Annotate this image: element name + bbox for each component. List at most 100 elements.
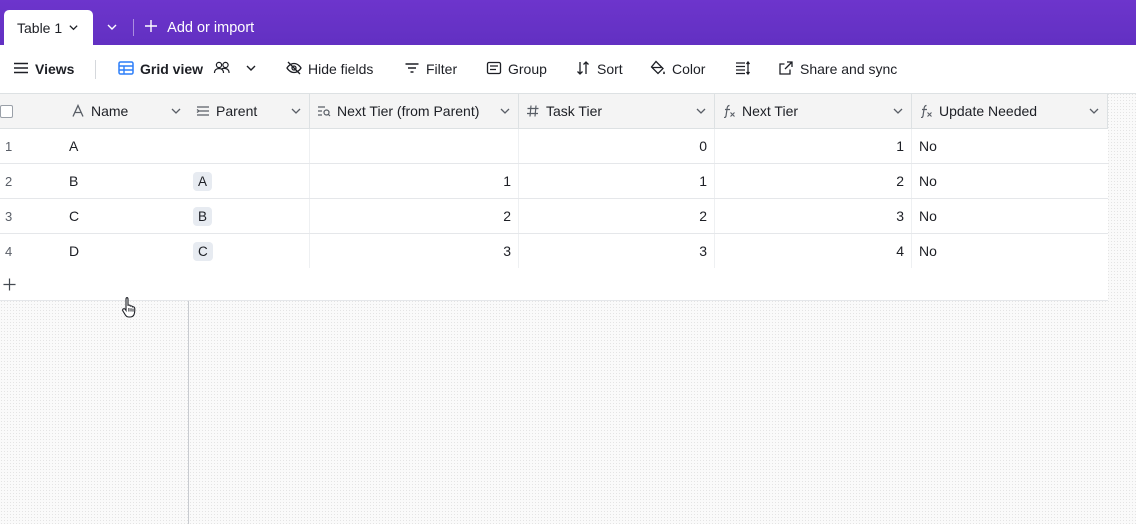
group-button[interactable]: Group [486, 45, 547, 93]
update-needed-cell[interactable]: No [912, 199, 1108, 233]
next-tier-cell[interactable]: 3 [715, 199, 912, 233]
table-row[interactable]: 1 A [0, 129, 189, 164]
parent-cell[interactable]: A [189, 164, 310, 198]
table-tab-bar: Table 1 Add or import [0, 0, 1136, 45]
table-row[interactable]: 4 D [0, 234, 189, 269]
chevron-down-icon[interactable] [695, 105, 707, 117]
formula-icon [723, 104, 735, 118]
update-needed-cell[interactable]: No [912, 164, 1108, 198]
chevron-down-icon[interactable] [892, 105, 904, 117]
linked-record-chip[interactable]: A [193, 171, 213, 191]
filter-button[interactable]: Filter [404, 45, 457, 93]
hand-cursor-icon [122, 296, 136, 318]
grid-header-left: Name [0, 94, 189, 129]
sort-icon [575, 60, 591, 79]
table-row[interactable]: 0 1 No [189, 129, 1108, 164]
column-header-update-needed[interactable]: Update Needed [912, 94, 1108, 128]
name-cell[interactable]: A [62, 129, 188, 163]
linked-record-chip[interactable]: C [193, 241, 213, 261]
chevron-down-icon[interactable] [170, 105, 182, 117]
add-or-import-button[interactable]: Add or import [144, 10, 262, 45]
chevron-down-icon[interactable] [68, 20, 79, 36]
next-tier-from-parent-cell[interactable] [310, 129, 519, 163]
view-toolbar: Views Grid view Hide fields Filter Group [0, 45, 1136, 94]
select-all-checkbox[interactable] [0, 104, 13, 118]
group-icon [486, 60, 502, 79]
next-tier-from-parent-cell[interactable]: 3 [310, 234, 519, 268]
formula-icon [920, 104, 932, 118]
next-tier-from-parent-cell[interactable]: 1 [310, 164, 519, 198]
tab-divider [133, 19, 135, 36]
tab-table-1[interactable]: Table 1 [4, 10, 94, 45]
column-header-next-tier-from-parent[interactable]: Next Tier (from Parent) [310, 94, 519, 128]
hide-fields-label: Hide fields [308, 61, 374, 77]
link-icon [196, 106, 209, 116]
name-cell[interactable]: C [62, 199, 188, 233]
chevron-down-icon[interactable] [499, 105, 511, 117]
next-tier-cell[interactable]: 1 [715, 129, 912, 163]
table-row[interactable]: 3 C [0, 199, 189, 234]
add-record-row[interactable] [0, 268, 189, 301]
add-record-row-fill[interactable] [189, 268, 1108, 301]
lookup-icon [318, 106, 331, 117]
add-or-import-label: Add or import [167, 19, 255, 36]
toolbar-divider [95, 60, 96, 79]
table-row[interactable]: B 2 2 3 No [189, 199, 1108, 234]
column-label: Next Tier (from Parent) [337, 103, 480, 119]
grid-view-button[interactable]: Grid view [118, 45, 257, 93]
row-height-button[interactable] [735, 45, 751, 93]
text-icon [72, 104, 84, 117]
parent-cell[interactable]: C [189, 234, 310, 268]
column-label: Next Tier [742, 103, 799, 119]
column-label: Update Needed [939, 103, 1038, 119]
update-needed-cell[interactable]: No [912, 234, 1108, 268]
column-header-name[interactable]: Name [64, 94, 189, 128]
plus-icon[interactable] [3, 278, 16, 291]
select-all-checkbox-cell [0, 94, 58, 128]
views-label: Views [35, 61, 75, 77]
eye-slash-icon [286, 60, 302, 79]
update-needed-cell[interactable]: No [912, 129, 1108, 163]
hide-fields-button[interactable]: Hide fields [286, 45, 373, 93]
chevron-down-icon[interactable] [1088, 105, 1100, 117]
chevron-down-icon [106, 20, 118, 36]
share-and-sync-button[interactable]: Share and sync [778, 45, 897, 93]
task-tier-cell[interactable]: 2 [519, 199, 715, 233]
task-tier-cell[interactable]: 1 [519, 164, 715, 198]
name-cell[interactable]: D [62, 234, 188, 268]
tables-menu-button[interactable] [93, 10, 131, 45]
chevron-down-icon[interactable] [245, 61, 257, 77]
task-tier-cell[interactable]: 0 [519, 129, 715, 163]
chevron-down-icon[interactable] [290, 105, 302, 117]
column-label: Parent [216, 103, 258, 119]
parent-cell[interactable] [189, 129, 310, 163]
plus-icon [144, 19, 158, 37]
table-row[interactable]: A 1 1 2 No [189, 164, 1108, 199]
column-header-task-tier[interactable]: Task Tier [519, 94, 715, 128]
next-tier-cell[interactable]: 2 [715, 164, 912, 198]
next-tier-cell[interactable]: 4 [715, 234, 912, 268]
filter-icon [404, 60, 420, 79]
parent-cell[interactable]: B [189, 199, 310, 233]
column-label: Name [91, 103, 129, 119]
table-row[interactable]: C 3 3 4 No [189, 234, 1108, 269]
row-number: 1 [5, 138, 13, 154]
column-header-parent[interactable]: Parent [189, 94, 310, 128]
grid-view-label: Grid view [140, 61, 204, 77]
next-tier-from-parent-cell[interactable]: 2 [310, 199, 519, 233]
row-height-icon [735, 60, 751, 79]
table-row[interactable]: 2 B [0, 164, 189, 199]
row-number: 2 [5, 173, 13, 189]
task-tier-cell[interactable]: 3 [519, 234, 715, 268]
color-button[interactable]: Color [650, 45, 705, 93]
row-number: 4 [5, 243, 13, 259]
share-and-sync-label: Share and sync [800, 61, 898, 77]
sort-button[interactable]: Sort [575, 45, 623, 93]
paint-bucket-icon [650, 60, 666, 79]
collaborators-icon [213, 60, 231, 79]
column-header-next-tier[interactable]: Next Tier [715, 94, 912, 128]
grid-icon [118, 60, 134, 79]
name-cell[interactable]: B [62, 164, 188, 198]
views-button[interactable]: Views [13, 45, 74, 93]
linked-record-chip[interactable]: B [193, 206, 213, 226]
